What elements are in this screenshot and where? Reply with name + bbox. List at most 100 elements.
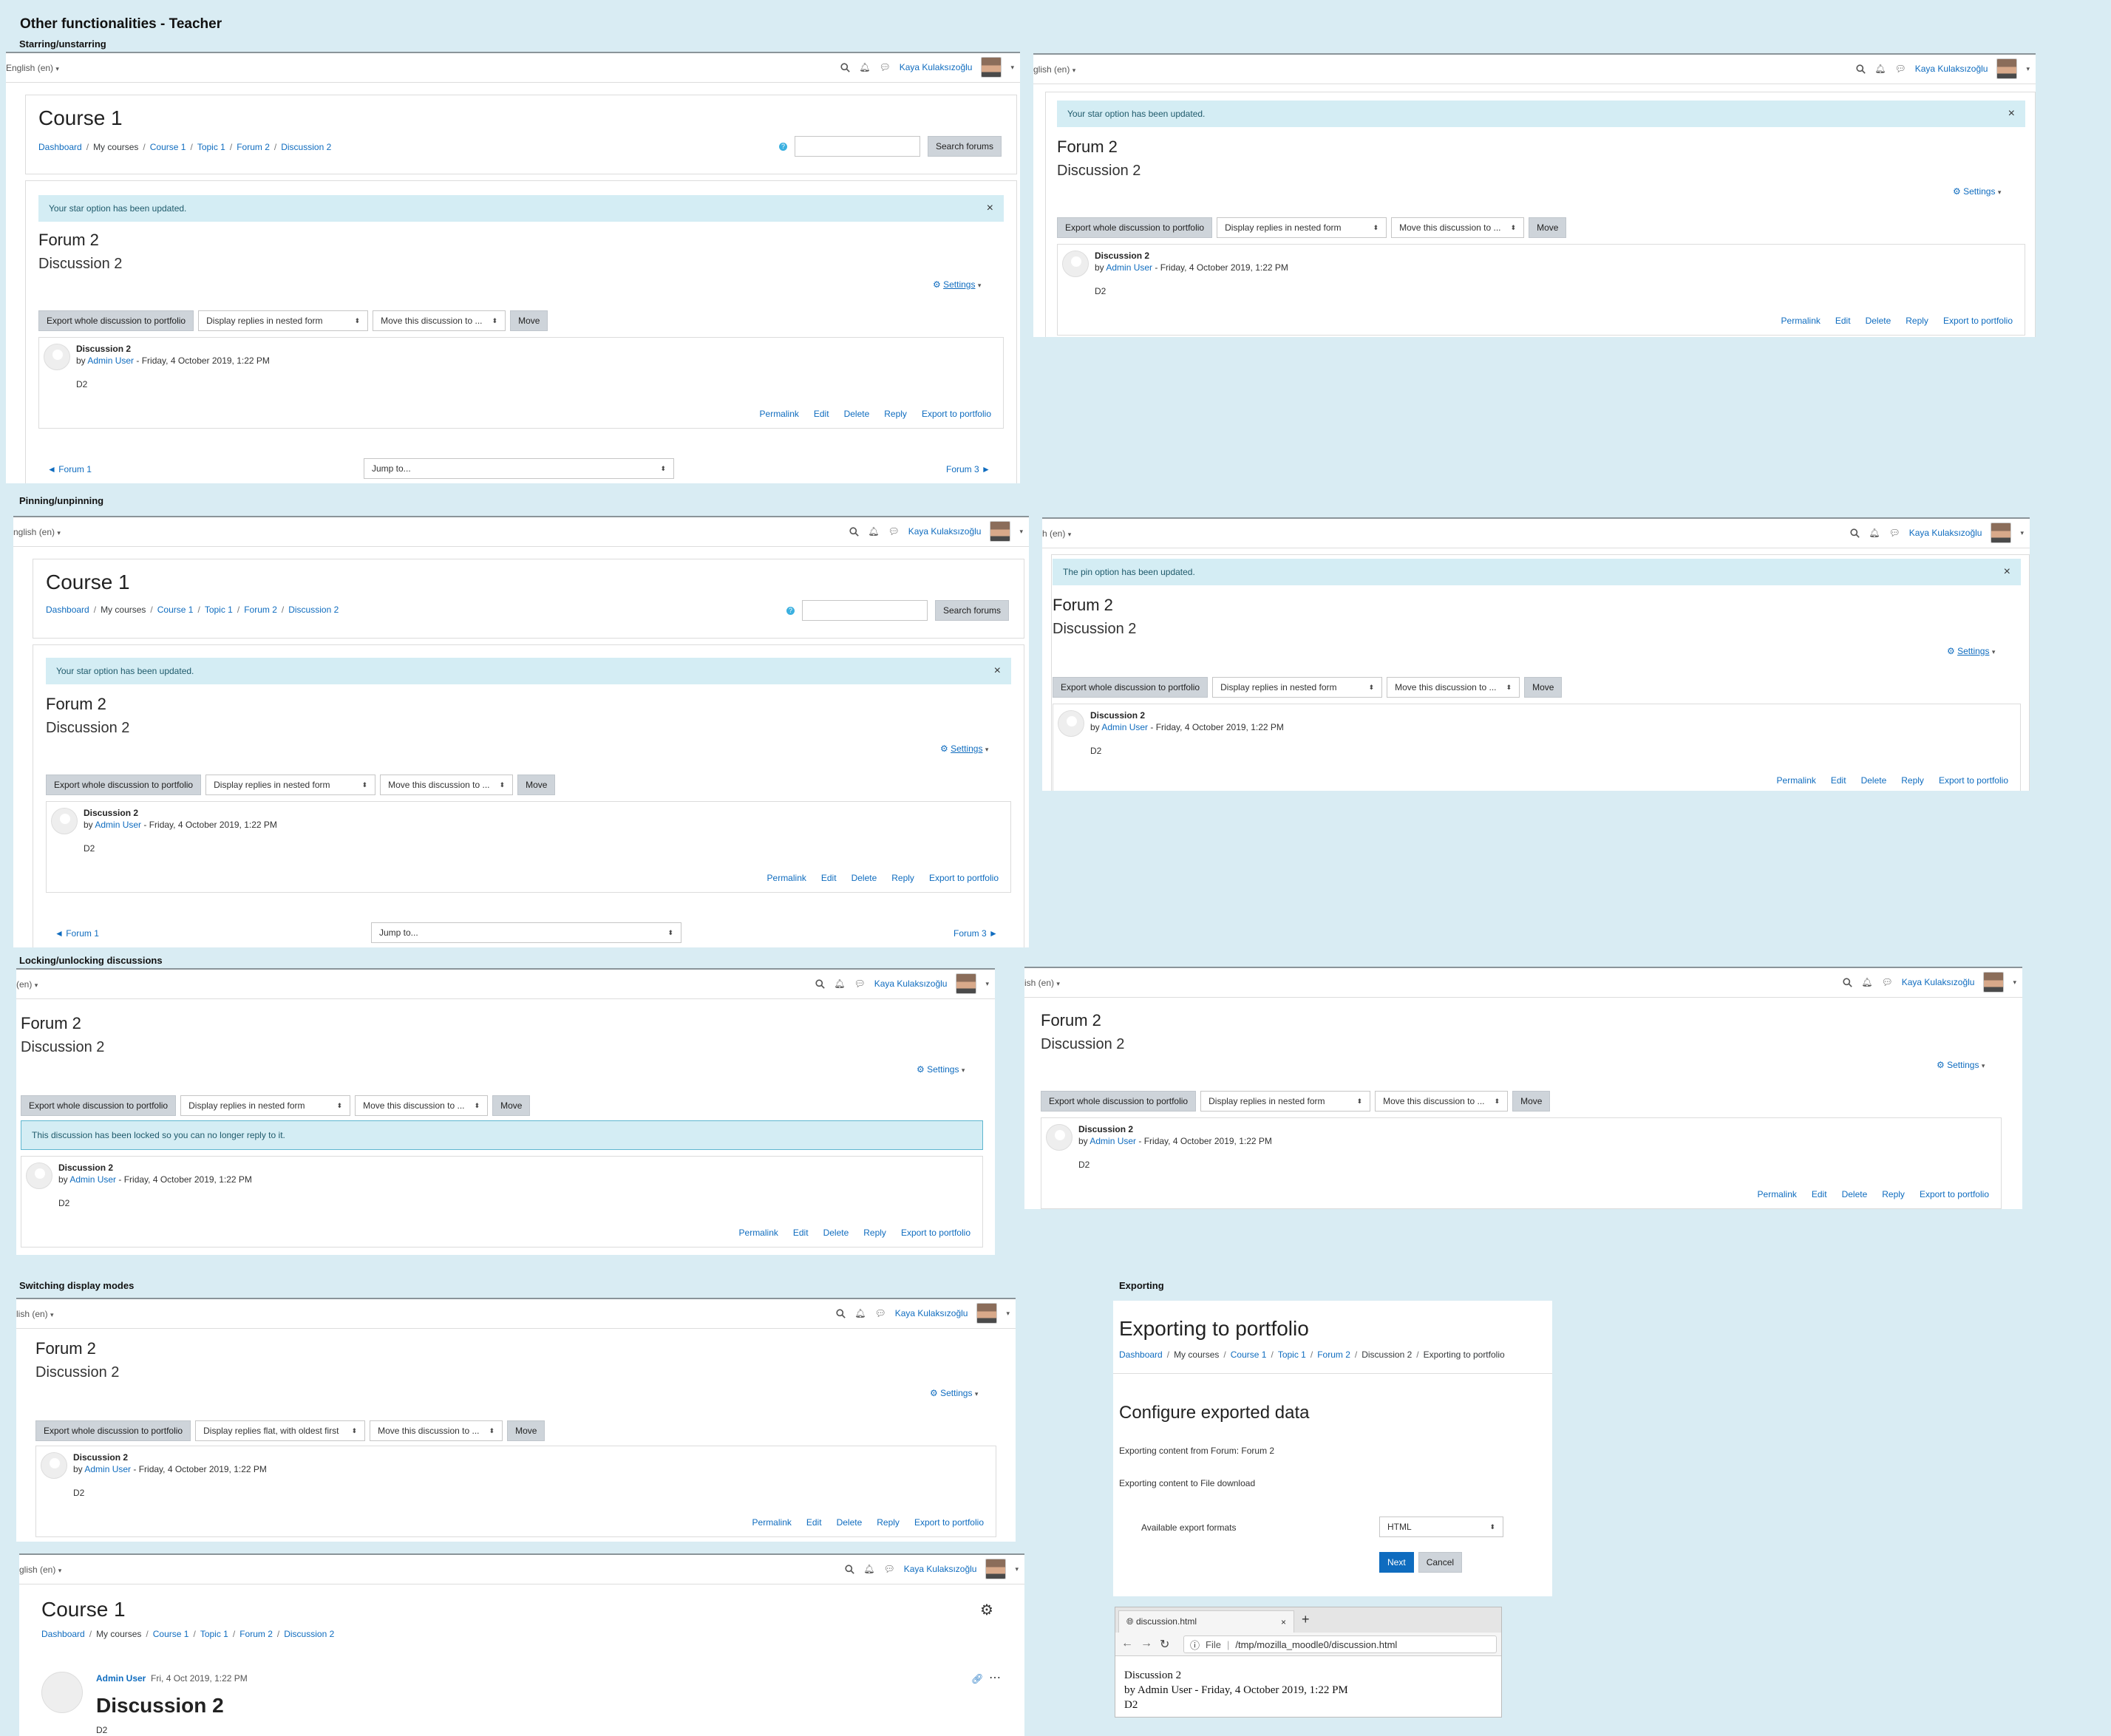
edit-link[interactable]: Edit [1831,775,1846,786]
move-discussion-select[interactable]: Move this discussion to ... ⬍ [355,1095,489,1116]
move-button[interactable]: Move [507,1420,545,1441]
language-menu[interactable]: glish (en) ▾ [1033,64,1075,75]
search-input[interactable] [802,600,928,621]
avatar[interactable] [1983,972,2005,993]
edit-link[interactable]: Edit [1835,316,1851,326]
avatar[interactable] [981,57,1002,78]
display-mode-select[interactable]: Display replies in nested form ⬍ [198,310,369,331]
chevron-down-icon[interactable]: ▾ [2026,65,2030,73]
display-mode-select[interactable]: Display replies in nested form ⬍ [205,775,376,795]
move-button[interactable]: Move [517,775,556,795]
language-menu[interactable]: ish (en) ▾ [1024,978,1060,988]
chevron-down-icon[interactable]: ▾ [1015,1565,1019,1573]
avatar[interactable] [985,1559,1007,1579]
bell-icon[interactable]: 🔔︎ [868,526,879,537]
export-discussion-button[interactable]: Export whole discussion to portfolio [1057,217,1213,238]
info-icon[interactable]: ⓘ [1190,1638,1200,1652]
permalink-link[interactable]: Permalink [760,409,799,419]
bell-icon[interactable]: 🔔︎ [1869,528,1880,538]
settings-menu[interactable]: ⚙ Settings ▾ [917,1064,965,1075]
reply-link[interactable]: Reply [884,409,907,419]
settings-menu[interactable]: ⚙ Settings ▾ [1937,1060,1985,1070]
user-menu[interactable]: Kaya Kulaksızoğlu [900,62,973,72]
search-input[interactable] [795,136,920,157]
browser-tab[interactable]: 🌐︎ discussion.html × [1118,1610,1294,1633]
move-button[interactable]: Move [510,310,548,331]
reply-link[interactable]: Reply [1901,775,1924,786]
move-discussion-select[interactable]: Move this discussion to ... ⬍ [380,775,514,795]
language-menu[interactable]: lish (en) ▾ [16,1309,54,1319]
delete-link[interactable]: Delete [1842,1189,1868,1199]
edit-link[interactable]: Edit [1812,1189,1827,1199]
display-mode-select[interactable]: Display replies in nested form ⬍ [180,1095,351,1116]
export-discussion-button[interactable]: Export whole discussion to portfolio [35,1420,191,1441]
new-tab-icon[interactable]: + [1302,1612,1310,1627]
jump-to-select[interactable]: Jump to... ⬍ [371,922,681,943]
permalink-link[interactable]: Permalink [1781,316,1821,326]
back-icon[interactable]: ← [1121,1637,1133,1650]
export-discussion-button[interactable]: Export whole discussion to portfolio [1041,1091,1197,1112]
chevron-down-icon[interactable]: ▾ [985,980,989,988]
jump-to-select[interactable]: Jump to... ⬍ [364,458,674,479]
chat-icon[interactable]: 💬︎ [880,62,891,72]
forward-icon[interactable]: → [1141,1637,1152,1650]
reply-link[interactable]: Reply [1882,1189,1905,1199]
close-icon[interactable]: × [2008,107,2015,120]
address-bar[interactable]: ⓘ File |/tmp/mozilla_moodle0/discussion.ht… [1183,1635,1497,1653]
search-icon[interactable] [1850,528,1860,538]
bell-icon[interactable]: 🔔︎ [854,1308,866,1318]
avatar[interactable] [990,521,1011,542]
bell-icon[interactable]: 🔔︎ [859,62,870,72]
export-discussion-button[interactable]: Export whole discussion to portfolio [21,1095,177,1116]
search-icon[interactable] [1856,64,1866,74]
next-forum-link[interactable]: Forum 3 ► [946,464,990,474]
chat-icon[interactable]: 💬︎ [1895,64,1906,74]
chevron-down-icon[interactable]: ▾ [1019,528,1023,536]
prev-forum-link[interactable]: ◄ Forum 1 [55,928,99,939]
settings-menu[interactable]: ⚙ Settings ▾ [933,279,981,290]
move-discussion-select[interactable]: Move this discussion to ... ⬍ [1387,677,1520,698]
export-portfolio-link[interactable]: Export to portfolio [1920,1189,1989,1199]
bell-icon[interactable]: 🔔︎ [863,1564,874,1574]
chevron-down-icon[interactable]: ▾ [1010,64,1014,72]
delete-link[interactable]: Delete [1861,775,1887,786]
permalink-link[interactable]: Permalink [1758,1189,1797,1199]
display-mode-select[interactable]: Display replies in nested form ⬍ [1212,677,1383,698]
avatar[interactable] [1991,522,2012,543]
search-icon[interactable] [1843,977,1853,987]
chevron-down-icon[interactable]: ▾ [1006,1310,1010,1318]
export-portfolio-link[interactable]: Export to portfolio [1943,316,2013,326]
language-menu[interactable]: nglish (en) ▾ [13,527,61,537]
search-forums-button[interactable]: Search forums [928,136,1002,157]
close-icon[interactable]: × [1281,1617,1286,1627]
avatar[interactable] [1996,58,2018,79]
move-discussion-select[interactable]: Move this discussion to ... ⬍ [373,310,506,331]
export-portfolio-link[interactable]: Export to portfolio [929,873,999,883]
language-menu[interactable]: English (en) ▾ [6,63,59,73]
bell-icon[interactable]: 🔔︎ [1874,64,1886,74]
chat-icon[interactable]: 💬︎ [888,526,900,537]
display-mode-select[interactable]: Display replies flat, with oldest first ⬍ [195,1420,366,1441]
chat-icon[interactable]: 💬︎ [1889,528,1900,538]
edit-link[interactable]: Edit [806,1517,822,1528]
search-icon[interactable] [836,1308,846,1318]
more-icon[interactable]: ⋯ [989,1670,1001,1685]
user-menu[interactable]: Kaya Kulaksızoğlu [1915,64,1988,74]
user-menu[interactable]: Kaya Kulaksızoğlu [1909,528,1982,538]
export-discussion-button[interactable]: Export whole discussion to portfolio [46,775,202,795]
edit-link[interactable]: Edit [814,409,829,419]
reload-icon[interactable]: ↻ [1160,1637,1169,1652]
avatar[interactable] [976,1303,998,1324]
bell-icon[interactable]: 🔔︎ [834,978,845,989]
help-icon[interactable]: ? [786,606,795,615]
user-menu[interactable]: Kaya Kulaksızoğlu [874,978,948,989]
delete-link[interactable]: Delete [844,409,870,419]
close-icon[interactable]: × [987,202,993,215]
search-icon[interactable] [849,526,860,537]
user-menu[interactable]: Kaya Kulaksızoğlu [1902,977,1975,987]
export-portfolio-link[interactable]: Export to portfolio [1939,775,2008,786]
delete-link[interactable]: Delete [823,1228,849,1238]
search-icon[interactable] [840,62,851,72]
search-forums-button[interactable]: Search forums [935,600,1010,621]
settings-menu[interactable]: ⚙ Settings ▾ [940,743,988,754]
